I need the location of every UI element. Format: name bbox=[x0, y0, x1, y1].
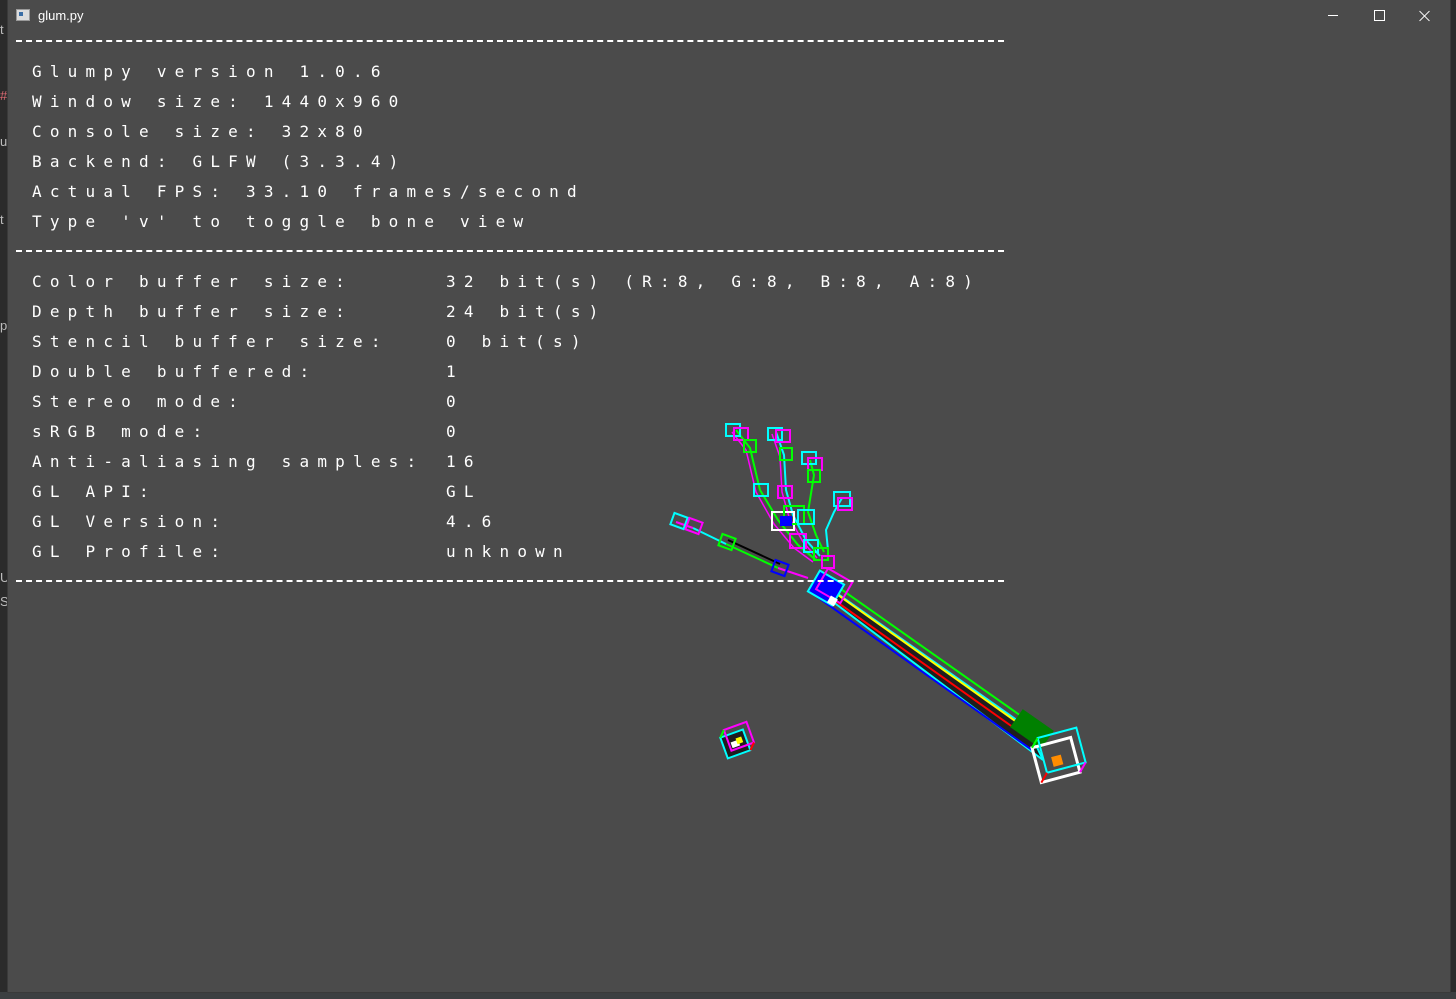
separator-line bbox=[16, 580, 1004, 582]
bg-fragment: t bbox=[0, 212, 4, 227]
info-value: 0 bbox=[446, 392, 464, 411]
info-value: GL bbox=[446, 482, 482, 501]
info-label: Stencil buffer size: bbox=[32, 332, 389, 351]
background-taskbar-strip bbox=[0, 992, 1456, 999]
console-header-line: Glumpy version 1.0.6 bbox=[32, 62, 389, 81]
info-value: 0 bbox=[446, 422, 464, 441]
info-value: 4.6 bbox=[446, 512, 500, 531]
info-value: 1 bbox=[446, 362, 464, 381]
glumpy-window: glum.py Glumpy version 1.0.6 Window size… bbox=[8, 0, 1450, 992]
info-label: GL Profile: bbox=[32, 542, 229, 561]
minimize-button[interactable] bbox=[1310, 0, 1356, 31]
info-label: Anti-aliasing samples: bbox=[32, 452, 425, 471]
bg-fragment: # bbox=[0, 88, 8, 103]
close-icon bbox=[1419, 10, 1431, 22]
info-label: sRGB mode: bbox=[32, 422, 211, 441]
maximize-button[interactable] bbox=[1356, 0, 1402, 31]
info-value: 32 bit(s) (R:8, G:8, B:8, A:8) bbox=[446, 272, 981, 291]
console-header-line: Type 'v' to toggle bone view bbox=[32, 212, 532, 231]
separator-line bbox=[16, 40, 1004, 42]
info-label: GL API: bbox=[32, 482, 157, 501]
close-button[interactable] bbox=[1402, 0, 1448, 31]
bg-fragment: u bbox=[0, 134, 8, 149]
info-label: Color buffer size: bbox=[32, 272, 353, 291]
info-value: 24 bit(s) bbox=[446, 302, 607, 321]
bg-fragment: p bbox=[0, 318, 8, 333]
console-header-line: Backend: GLFW (3.3.4) bbox=[32, 152, 407, 171]
info-console: Glumpy version 1.0.6 Window size: 1440x9… bbox=[8, 31, 1450, 992]
info-value: 16 bbox=[446, 452, 482, 471]
console-header-line: Console size: 32x80 bbox=[32, 122, 371, 141]
info-label: Stereo mode: bbox=[32, 392, 246, 411]
minimize-icon bbox=[1328, 15, 1338, 16]
bg-fragment: t bbox=[0, 22, 4, 37]
maximize-icon bbox=[1373, 10, 1385, 21]
title-bar[interactable]: glum.py bbox=[8, 0, 1450, 31]
info-label: GL Version: bbox=[32, 512, 229, 531]
info-value: unknown bbox=[446, 542, 571, 561]
window-title: glum.py bbox=[38, 8, 84, 23]
separator-line bbox=[16, 250, 1004, 252]
info-label: Depth buffer size: bbox=[32, 302, 353, 321]
info-value: 0 bit(s) bbox=[446, 332, 589, 351]
app-icon bbox=[16, 9, 30, 21]
console-header-line: Actual FPS: 33.10 frames/second bbox=[32, 182, 585, 201]
console-header-line: Window size: 1440x960 bbox=[32, 92, 407, 111]
info-label: Double buffered: bbox=[32, 362, 318, 381]
